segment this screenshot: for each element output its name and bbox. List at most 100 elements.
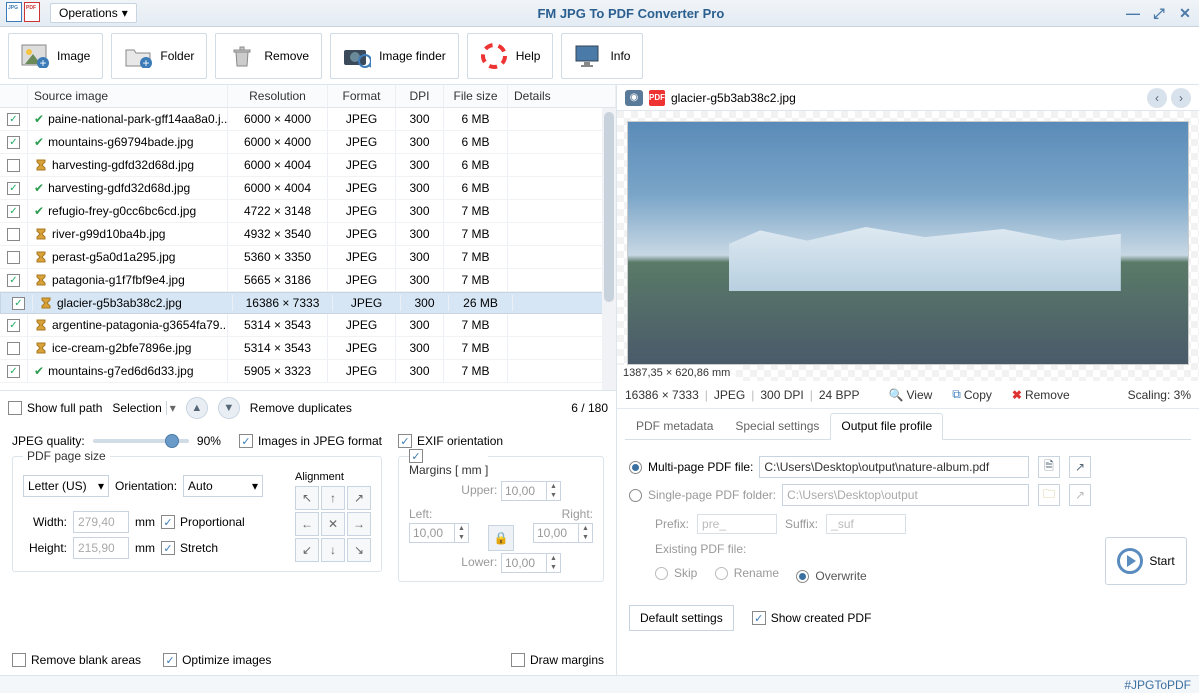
show-created-pdf-checkbox[interactable]: ✓Show created PDF — [752, 611, 872, 625]
move-up-button[interactable]: ▲ — [186, 397, 208, 419]
image-preview: 1387,35 × 620,86 mm — [617, 111, 1199, 381]
height-input[interactable] — [73, 537, 129, 559]
table-row[interactable]: harvesting-gdfd32d68d.jpg6000 × 4004JPEG… — [0, 154, 616, 177]
row-checkbox[interactable]: ✓ — [7, 136, 20, 149]
align-r[interactable]: → — [347, 512, 371, 536]
table-row[interactable]: ✓✔mountains-g7ed6d6d33.jpg5905 × 3323JPE… — [0, 360, 616, 383]
prefix-input[interactable] — [697, 514, 777, 534]
table-row[interactable]: ✓glacier-g5b3ab38c2.jpg16386 × 7333JPEG3… — [0, 292, 616, 314]
margin-upper-input[interactable]: ▲▼ — [501, 481, 561, 501]
margin-right-input[interactable]: ▲▼ — [533, 523, 593, 543]
table-row[interactable]: perast-g5a0d1a295.jpg5360 × 3350JPEG3007… — [0, 246, 616, 269]
hourglass-icon — [34, 318, 48, 332]
help-button[interactable]: Help — [467, 33, 554, 79]
view-button[interactable]: 🔍View — [882, 385, 940, 405]
align-tl[interactable]: ↖ — [295, 486, 319, 510]
minimize-button[interactable]: — — [1125, 5, 1141, 21]
align-l[interactable]: ← — [295, 512, 319, 536]
remove-blank-checkbox[interactable]: Remove blank areas — [12, 653, 141, 667]
table-row[interactable]: ✓✔mountains-g69794bade.jpg6000 × 4000JPE… — [0, 131, 616, 154]
selection-dropdown[interactable]: Selection▾ — [112, 401, 175, 415]
row-checkbox[interactable]: ✓ — [7, 205, 20, 218]
table-row[interactable]: ✓✔paine-national-park-gff14aa8a0.j...600… — [0, 108, 616, 131]
chevron-down-icon: ▾ — [98, 479, 104, 493]
skip-radio[interactable]: Skip — [655, 566, 697, 580]
proportional-checkbox[interactable]: ✓Proportional — [161, 515, 245, 529]
align-c[interactable]: ✕ — [321, 512, 345, 536]
open-external-button-2[interactable]: ↗ — [1069, 484, 1091, 506]
margins-checkbox[interactable]: ✓Margins [ mm ] — [409, 449, 488, 477]
orientation-select[interactable]: Auto▾ — [183, 475, 263, 497]
row-checkbox[interactable] — [7, 228, 20, 241]
grid-scrollbar[interactable] — [602, 108, 616, 390]
pdf-path-icon[interactable]: 🗎 — [1038, 456, 1060, 478]
open-external-button[interactable]: ↗ — [1069, 456, 1091, 478]
table-row[interactable]: ✓argentine-patagonia-g3654fa79...5314 × … — [0, 314, 616, 337]
maximize-button[interactable]: ⤢ — [1151, 5, 1167, 21]
close-button[interactable]: ✕ — [1177, 5, 1193, 21]
single-page-path-input[interactable] — [782, 484, 1029, 506]
row-checkbox[interactable] — [7, 251, 20, 264]
align-bl[interactable]: ↙ — [295, 538, 319, 562]
multi-page-radio[interactable]: Multi-page PDF file: 🗎 ↗ — [629, 456, 1091, 478]
table-row[interactable]: ✓✔harvesting-gdfd32d68d.jpg6000 × 4004JP… — [0, 177, 616, 200]
row-checkbox[interactable]: ✓ — [12, 297, 25, 310]
row-checkbox[interactable]: ✓ — [7, 319, 20, 332]
lock-margins-button[interactable]: 🔒 — [488, 525, 514, 551]
preview-remove-button[interactable]: ✖Remove — [1005, 385, 1077, 405]
table-row[interactable]: river-g99d10ba4b.jpg4932 × 3540JPEG3007 … — [0, 223, 616, 246]
jpeg-quality-slider[interactable] — [93, 439, 189, 443]
align-tr[interactable]: ↗ — [347, 486, 371, 510]
hashtag-link[interactable]: #JPGToPDF — [1124, 678, 1191, 692]
align-b[interactable]: ↓ — [321, 538, 345, 562]
overwrite-radio[interactable]: Overwrite — [796, 569, 866, 583]
align-t[interactable]: ↑ — [321, 486, 345, 510]
info-button[interactable]: Info — [561, 33, 643, 79]
images-jpeg-checkbox[interactable]: ✓Images in JPEG format — [239, 434, 382, 448]
margin-left-input[interactable]: ▲▼ — [409, 523, 469, 543]
move-down-button[interactable]: ▼ — [218, 397, 240, 419]
preview-size-mm: 1387,35 × 620,86 mm — [617, 365, 736, 381]
rename-radio[interactable]: Rename — [715, 566, 779, 580]
optimize-images-checkbox[interactable]: ✓Optimize images — [163, 653, 271, 667]
remove-button[interactable]: Remove — [215, 33, 322, 79]
table-row[interactable]: ✓✔refugio-frey-g0cc6bc6cd.jpg4722 × 3148… — [0, 200, 616, 223]
single-page-radio[interactable]: Single-page PDF folder: 🗀 ↗ — [629, 484, 1091, 506]
start-button[interactable]: Start — [1105, 537, 1187, 585]
default-settings-button[interactable]: Default settings — [629, 605, 734, 631]
draw-margins-checkbox[interactable]: Draw margins — [511, 653, 604, 667]
next-image-button[interactable]: › — [1171, 88, 1191, 108]
row-checkbox[interactable]: ✓ — [7, 182, 20, 195]
folder-browse-button[interactable]: 🗀 — [1038, 484, 1060, 506]
row-checkbox[interactable]: ✓ — [7, 365, 20, 378]
show-full-path-checkbox[interactable]: Show full path — [8, 401, 102, 415]
width-input[interactable] — [73, 511, 129, 533]
row-checkbox[interactable] — [7, 342, 20, 355]
tab-output-profile[interactable]: Output file profile — [830, 413, 943, 440]
file-grid: Source image Resolution Format DPI File … — [0, 85, 616, 390]
image-finder-button[interactable]: Image finder — [330, 33, 459, 79]
remove-duplicates-button[interactable]: Remove duplicates — [250, 401, 352, 415]
operations-menu[interactable]: Operations▾ — [50, 3, 137, 23]
exif-checkbox[interactable]: ✓EXIF orientation — [398, 434, 604, 448]
row-checkbox[interactable] — [7, 159, 20, 172]
grid-header[interactable]: Source image Resolution Format DPI File … — [0, 85, 616, 108]
table-row[interactable]: ✓patagonia-g1f7fbf9e4.jpg5665 × 3186JPEG… — [0, 269, 616, 292]
prev-image-button[interactable]: ‹ — [1147, 88, 1167, 108]
add-folder-button[interactable]: +Folder — [111, 33, 207, 79]
margin-lower-input[interactable]: ▲▼ — [501, 553, 561, 573]
align-br[interactable]: ↘ — [347, 538, 371, 562]
stretch-checkbox[interactable]: ✓Stretch — [161, 541, 218, 555]
page-size-select[interactable]: Letter (US)▾ — [23, 475, 109, 497]
row-checkbox[interactable]: ✓ — [7, 274, 20, 287]
tab-special-settings[interactable]: Special settings — [724, 413, 830, 439]
copy-button[interactable]: ⧉Copy — [945, 384, 999, 405]
add-image-button[interactable]: +Image — [8, 33, 103, 79]
external-icon: ↗ — [1075, 460, 1085, 474]
table-row[interactable]: ice-cream-g2bfe7896e.jpg5314 × 3543JPEG3… — [0, 337, 616, 360]
tab-pdf-metadata[interactable]: PDF metadata — [625, 413, 724, 439]
alignment-grid[interactable]: ↖↑↗ ←✕→ ↙↓↘ — [295, 486, 371, 562]
suffix-input[interactable] — [826, 514, 906, 534]
row-checkbox[interactable]: ✓ — [7, 113, 20, 126]
multi-page-path-input[interactable] — [759, 456, 1029, 478]
